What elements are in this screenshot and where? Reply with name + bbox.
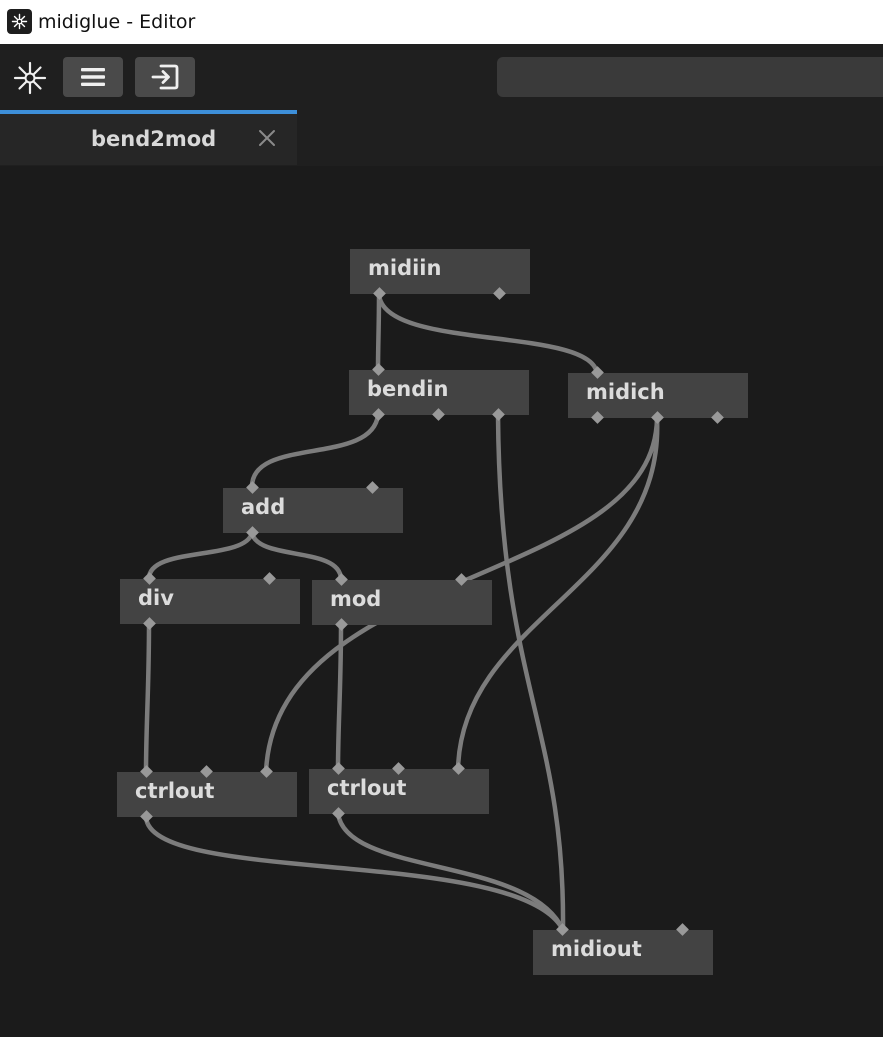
tab-bar: bend2mod bbox=[0, 110, 883, 166]
node-label: ctrlout bbox=[135, 779, 215, 803]
search-input[interactable] bbox=[497, 57, 883, 97]
wire-bendin-add[interactable] bbox=[249, 412, 381, 491]
node-label: bendin bbox=[367, 377, 449, 401]
node-label: midiin bbox=[368, 256, 442, 280]
toolbar bbox=[0, 44, 883, 110]
node-add[interactable]: add bbox=[223, 481, 403, 539]
node-label: div bbox=[138, 586, 174, 610]
wire-div-ctrlout1[interactable] bbox=[143, 621, 152, 775]
node-bendin[interactable]: bendin bbox=[349, 363, 529, 421]
wire-ctrlout1-midiout[interactable] bbox=[143, 814, 566, 933]
logo-icon bbox=[12, 60, 48, 96]
node-label: mod bbox=[330, 587, 382, 611]
menu-button[interactable] bbox=[63, 57, 123, 97]
node-label: midiout bbox=[551, 937, 642, 961]
tab-label: bend2mod bbox=[91, 127, 217, 151]
node-midiin[interactable]: midiin bbox=[350, 249, 530, 300]
wire-add-div[interactable] bbox=[146, 530, 255, 582]
app-icon bbox=[7, 9, 32, 34]
node-div[interactable]: div bbox=[120, 572, 300, 630]
window-titlebar: midiglue - Editor bbox=[0, 0, 883, 44]
node-ctrlout-2[interactable]: ctrlout bbox=[309, 762, 489, 820]
import-button[interactable] bbox=[135, 57, 195, 97]
wire-bendin-midiout[interactable] bbox=[495, 412, 566, 933]
node-midiout[interactable]: midiout bbox=[533, 923, 713, 975]
node-label: add bbox=[241, 495, 286, 519]
node-ctrlout-1[interactable]: ctrlout bbox=[117, 765, 297, 823]
node-midich[interactable]: midich bbox=[568, 366, 748, 424]
wire-add-mod[interactable] bbox=[249, 530, 344, 582]
node-label: ctrlout bbox=[327, 776, 407, 800]
wire-midiin-midich[interactable] bbox=[376, 291, 600, 376]
graph-canvas[interactable]: midiin bendin midich add div mod ctrlout… bbox=[0, 166, 883, 1037]
window-title: midiglue - Editor bbox=[38, 11, 196, 33]
node-label: midich bbox=[586, 380, 665, 404]
close-icon[interactable] bbox=[256, 127, 278, 149]
node-mod[interactable]: mod bbox=[312, 573, 492, 631]
tab-bend2mod[interactable]: bend2mod bbox=[0, 110, 297, 165]
wire-midiin-bendin[interactable] bbox=[375, 291, 382, 373]
